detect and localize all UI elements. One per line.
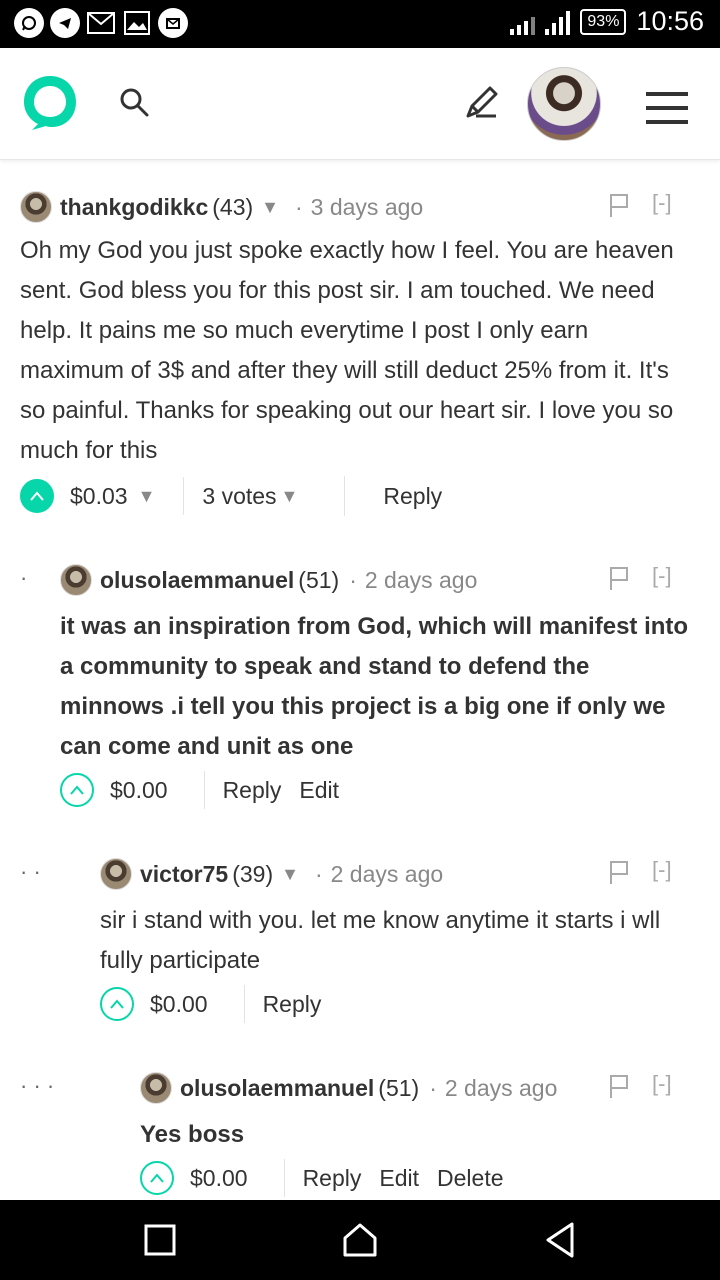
reply-link[interactable]: Reply xyxy=(223,777,282,804)
reply-link[interactable]: Reply xyxy=(263,991,322,1018)
author-name[interactable]: olusolaemmanuel xyxy=(100,567,294,594)
edit-link[interactable]: Edit xyxy=(379,1165,419,1192)
comment-body: Yes boss xyxy=(140,1121,245,1148)
chevron-down-icon[interactable]: ▼ xyxy=(281,864,299,885)
flag-icon[interactable] xyxy=(608,1073,630,1099)
payout-value[interactable]: $0.00 xyxy=(110,777,168,804)
pen-icon[interactable] xyxy=(462,82,502,122)
telegram-icon xyxy=(50,8,80,38)
avatar[interactable] xyxy=(100,858,132,890)
upvote-button[interactable] xyxy=(20,479,54,513)
reputation: (43) xyxy=(212,193,254,220)
chevron-up-icon xyxy=(30,491,44,501)
menu-icon[interactable] xyxy=(646,92,688,124)
separator-dot: · xyxy=(295,193,303,220)
flag-icon[interactable] xyxy=(608,859,630,885)
status-indicators: 93% 10:56 xyxy=(510,6,704,37)
collapse-button[interactable]: [-] xyxy=(652,1071,672,1097)
timestamp[interactable]: 2 days ago xyxy=(365,567,478,594)
comment-footer: $0.00 Reply Edit xyxy=(60,770,357,810)
comment-body: it was an inspiration from God, which wi… xyxy=(60,613,689,760)
comment-body: sir i stand with you. let me know anytim… xyxy=(100,907,661,974)
clock: 10:56 xyxy=(636,6,704,36)
thread-depth-dots: · xyxy=(20,565,28,590)
payout-value[interactable]: $0.03 xyxy=(70,483,128,510)
home-icon[interactable] xyxy=(340,1220,380,1260)
separator-dot: · xyxy=(349,566,357,593)
upvote-button[interactable] xyxy=(100,987,134,1021)
edit-link[interactable]: Edit xyxy=(299,777,339,804)
notification-icons xyxy=(14,8,188,38)
reply-link[interactable]: Reply xyxy=(303,1165,362,1192)
app-header xyxy=(0,48,720,160)
network-signal-icon xyxy=(510,9,536,35)
divider xyxy=(283,1159,285,1197)
author-name[interactable]: victor75 xyxy=(140,861,228,888)
chevron-up-icon xyxy=(150,1173,164,1183)
gmail-icon xyxy=(86,8,116,38)
divider xyxy=(344,476,346,516)
divider xyxy=(183,477,185,515)
comment-header: olusolaemmanuel (51) · 2 days ago xyxy=(60,563,477,597)
chevron-down-icon[interactable]: ▼ xyxy=(138,486,156,507)
separator-dot: · xyxy=(314,860,323,887)
timestamp[interactable]: 2 days ago xyxy=(445,1075,558,1102)
comment-footer: $0.03 ▼ 3 votes ▼ Reply xyxy=(20,476,460,516)
whatsapp-icon xyxy=(14,8,44,38)
chevron-down-icon[interactable]: ▼ xyxy=(281,486,299,507)
avatar[interactable] xyxy=(60,564,92,596)
avatar[interactable] xyxy=(140,1072,172,1104)
reply-link[interactable]: Reply xyxy=(383,483,442,510)
gallery-icon xyxy=(122,8,152,38)
divider xyxy=(203,771,205,809)
comment-body: Oh my God you just spoke exactly how I f… xyxy=(20,237,674,464)
status-bar: 93% 10:56 xyxy=(0,0,720,48)
avatar[interactable] xyxy=(20,191,52,223)
back-icon[interactable] xyxy=(540,1220,580,1260)
comment-header: olusolaemmanuel (51) · 2 days ago xyxy=(140,1071,557,1105)
reputation: (51) xyxy=(298,566,340,593)
steemit-logo-icon[interactable] xyxy=(20,72,80,132)
flag-icon[interactable] xyxy=(608,565,630,591)
divider xyxy=(243,985,245,1023)
mail-icon xyxy=(158,8,188,38)
chevron-up-icon xyxy=(110,999,124,1009)
votes-count[interactable]: 3 votes xyxy=(202,483,276,510)
user-avatar[interactable] xyxy=(527,67,601,141)
thread-depth-dots: · · xyxy=(20,859,41,884)
author-name[interactable]: thankgodikkc xyxy=(60,194,208,221)
upvote-button[interactable] xyxy=(60,773,94,807)
chevron-up-icon xyxy=(70,785,84,795)
payout-value[interactable]: $0.00 xyxy=(190,1165,248,1192)
separator-dot: · xyxy=(429,1074,437,1101)
payout-value[interactable]: $0.00 xyxy=(150,991,208,1018)
battery-indicator: 93% xyxy=(580,8,627,35)
collapse-button[interactable]: [-] xyxy=(652,563,672,589)
comment-header: victor75 (39) ▼ · 2 days ago xyxy=(100,857,443,891)
system-nav-bar xyxy=(0,1200,720,1280)
timestamp[interactable]: 2 days ago xyxy=(331,861,444,888)
flag-icon[interactable] xyxy=(608,192,630,218)
timestamp[interactable]: 3 days ago xyxy=(311,194,424,221)
thread-depth-dots: · · · xyxy=(20,1073,55,1098)
reputation: (39) xyxy=(232,860,274,887)
collapse-button[interactable]: [-] xyxy=(652,857,672,883)
upvote-button[interactable] xyxy=(140,1161,174,1195)
comment-footer: $0.00 Reply xyxy=(100,984,339,1024)
chevron-down-icon[interactable]: ▼ xyxy=(261,197,279,218)
search-icon[interactable] xyxy=(118,86,150,118)
reputation: (51) xyxy=(378,1074,420,1101)
author-name[interactable]: olusolaemmanuel xyxy=(180,1075,374,1102)
sim-signal-icon xyxy=(545,9,571,35)
collapse-button[interactable]: [-] xyxy=(652,190,672,216)
comment-header: thankgodikkc (43) ▼ · 3 days ago xyxy=(20,190,423,224)
delete-link[interactable]: Delete xyxy=(437,1165,503,1192)
recents-icon[interactable] xyxy=(140,1220,180,1260)
comment-footer: $0.00 Reply Edit Delete xyxy=(140,1158,522,1198)
